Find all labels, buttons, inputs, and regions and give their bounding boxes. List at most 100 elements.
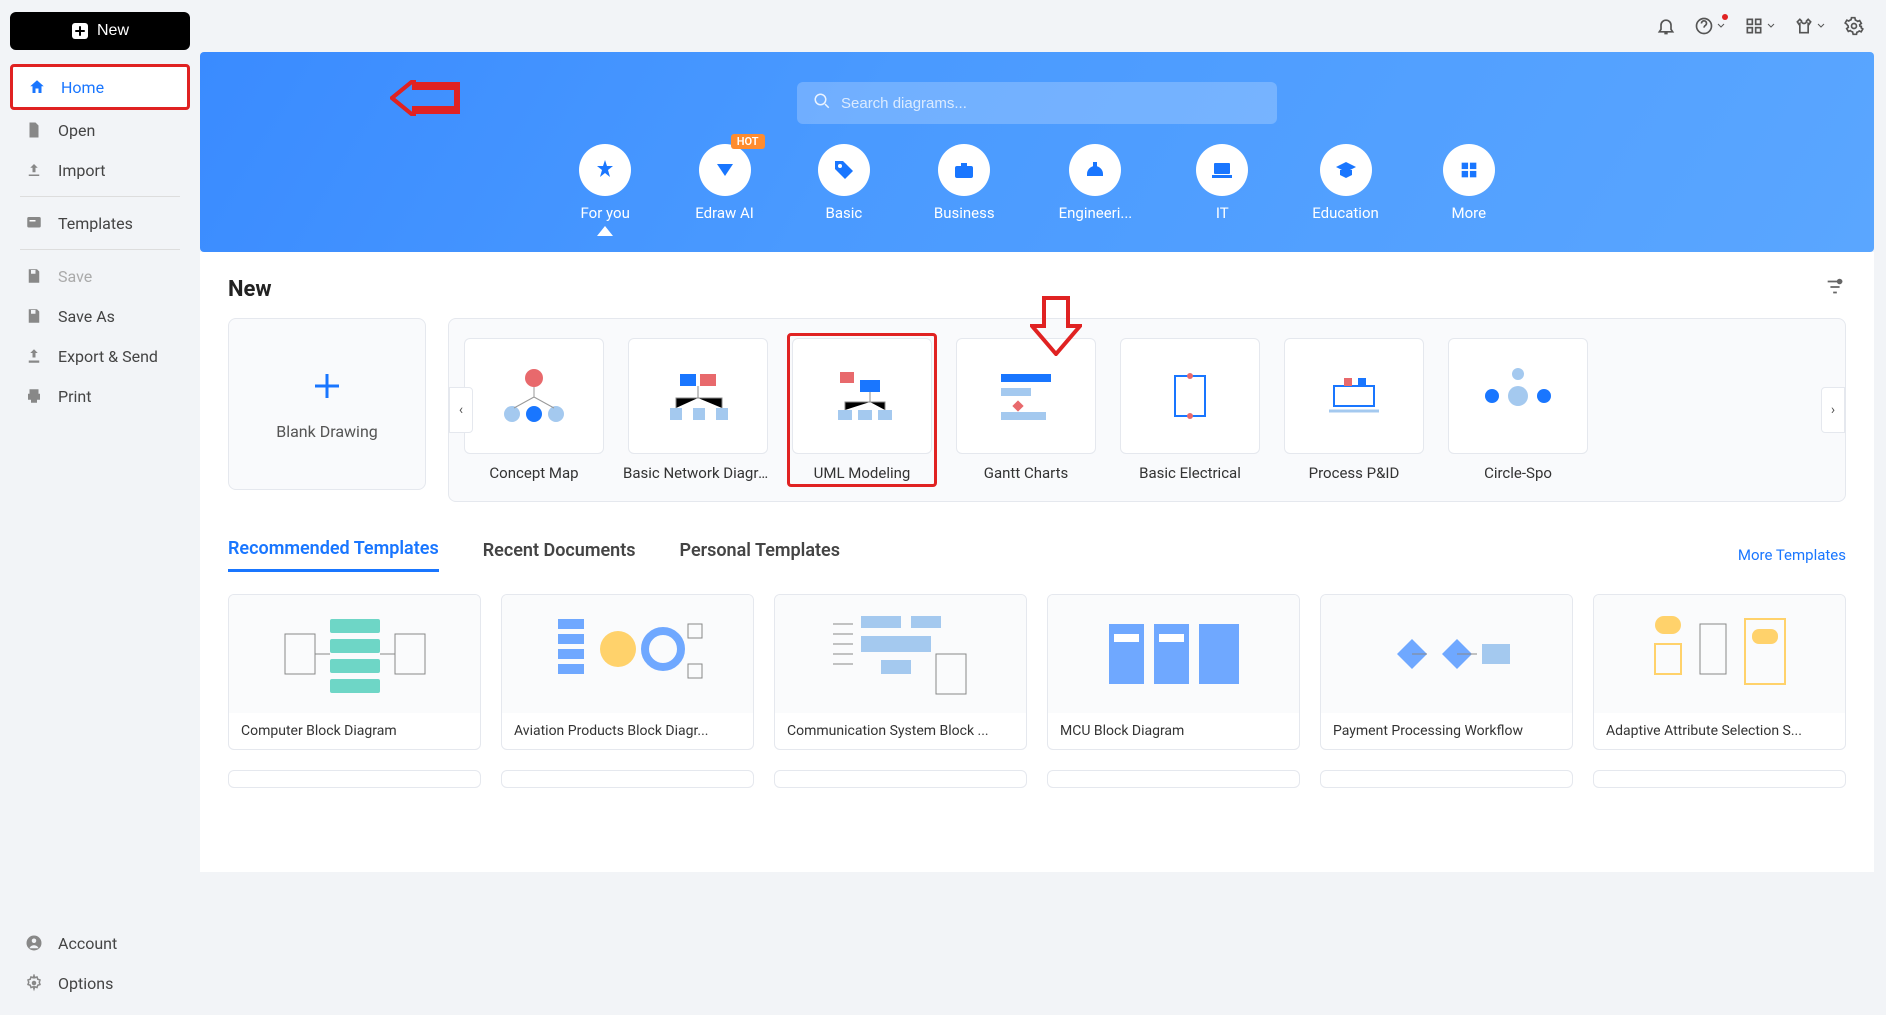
- category-it[interactable]: IT: [1196, 144, 1248, 222]
- search-icon: [813, 92, 831, 114]
- template-process-pid[interactable]: Process P&ID: [1279, 338, 1429, 482]
- home-icon: [27, 77, 47, 97]
- nav-label: Account: [58, 934, 117, 953]
- sidebar-item-home[interactable]: Home: [10, 64, 190, 110]
- category-more[interactable]: More: [1443, 144, 1495, 222]
- sidebar-item-saveas[interactable]: Save As: [10, 296, 190, 336]
- category-education[interactable]: Education: [1312, 144, 1379, 222]
- rec-thumb: [229, 595, 480, 713]
- notification-dot: [1722, 14, 1728, 20]
- search-input[interactable]: [841, 95, 1261, 112]
- sidebar-item-import[interactable]: Import: [10, 150, 190, 190]
- category-basic[interactable]: Basic: [818, 144, 870, 222]
- template-label: Concept Map: [489, 464, 578, 482]
- template-thumb: [1448, 338, 1588, 454]
- cat-label: Engineeri...: [1059, 204, 1133, 222]
- cat-label: More: [1452, 204, 1487, 222]
- template-concept-map[interactable]: Concept Map: [459, 338, 609, 482]
- rec-card[interactable]: [228, 770, 481, 788]
- templates-carousel: ‹ Concept Map Basic Network Diagra... UM…: [448, 318, 1846, 502]
- blank-drawing-card[interactable]: Blank Drawing: [228, 318, 426, 490]
- nav-label: Options: [58, 974, 113, 993]
- cat-label: Edraw AI: [695, 204, 754, 222]
- sidebar: New Home Open Import Templates Save Save…: [0, 0, 200, 1015]
- sidebar-bottom: Account Options: [10, 923, 190, 1003]
- saveas-icon: [24, 306, 44, 326]
- filter-icon[interactable]: [1824, 276, 1846, 302]
- sidebar-item-open[interactable]: Open: [10, 110, 190, 150]
- blank-label: Blank Drawing: [276, 422, 378, 441]
- sidebar-item-options[interactable]: Options: [10, 963, 190, 1003]
- new-section-title: New: [228, 277, 272, 302]
- template-label: Gantt Charts: [984, 464, 1068, 482]
- rec-card[interactable]: [774, 770, 1027, 788]
- template-basic-electrical[interactable]: Basic Electrical: [1115, 338, 1265, 482]
- main: For you HOT Edraw AI Basic Business Engi…: [200, 0, 1886, 1015]
- rec-card[interactable]: Communication System Block ...: [774, 594, 1027, 750]
- nav-label: Templates: [58, 214, 133, 233]
- sidebar-item-print[interactable]: Print: [10, 376, 190, 416]
- rec-card[interactable]: MCU Block Diagram: [1047, 594, 1300, 750]
- search-box[interactable]: [797, 82, 1277, 124]
- category-for-you[interactable]: For you: [579, 144, 631, 222]
- shirt-icon[interactable]: [1794, 16, 1826, 36]
- template-label: Basic Electrical: [1139, 464, 1241, 482]
- category-row: For you HOT Edraw AI Basic Business Engi…: [200, 144, 1874, 222]
- divider: [20, 196, 180, 197]
- rec-card[interactable]: [1047, 770, 1300, 788]
- ai-icon: HOT: [699, 144, 751, 196]
- category-business[interactable]: Business: [934, 144, 995, 222]
- more-templates-link[interactable]: More Templates: [1738, 546, 1846, 564]
- tab-recommended[interactable]: Recommended Templates: [228, 538, 439, 572]
- carousel-next-button[interactable]: ›: [1821, 387, 1845, 433]
- account-icon: [24, 933, 44, 953]
- rec-card[interactable]: Adaptive Attribute Selection S...: [1593, 594, 1846, 750]
- nav-label: Save As: [58, 307, 115, 326]
- rec-card[interactable]: [1320, 770, 1573, 788]
- rec-card[interactable]: [501, 770, 754, 788]
- nav-label: Print: [58, 387, 91, 406]
- nav-label: Save: [58, 267, 92, 286]
- rec-label: Aviation Products Block Diagr...: [502, 713, 753, 749]
- template-label: Basic Network Diagra...: [623, 464, 773, 482]
- new-button[interactable]: New: [10, 12, 190, 50]
- file-icon: [24, 120, 44, 140]
- template-circle-spoke[interactable]: Circle-Spo: [1443, 338, 1593, 482]
- settings-icon[interactable]: [1844, 16, 1864, 36]
- apps-icon[interactable]: [1744, 16, 1776, 36]
- template-thumb: [464, 338, 604, 454]
- cat-label: IT: [1216, 204, 1229, 222]
- rec-label: MCU Block Diagram: [1048, 713, 1299, 749]
- category-edraw-ai[interactable]: HOT Edraw AI: [695, 144, 754, 222]
- sidebar-item-account[interactable]: Account: [10, 923, 190, 963]
- laptop-icon: [1196, 144, 1248, 196]
- star-icon: [579, 144, 631, 196]
- template-uml-modeling[interactable]: UML Modeling: [787, 333, 937, 487]
- tab-recent[interactable]: Recent Documents: [483, 540, 636, 571]
- sidebar-item-export[interactable]: Export & Send: [10, 336, 190, 376]
- rec-label: Payment Processing Workflow: [1321, 713, 1572, 749]
- rec-card[interactable]: Payment Processing Workflow: [1320, 594, 1573, 750]
- plus-icon: [71, 22, 89, 40]
- save-icon: [24, 266, 44, 286]
- tabs-row: Recommended Templates Recent Documents P…: [228, 538, 1846, 572]
- topbar: [200, 0, 1886, 52]
- briefcase-icon: [938, 144, 990, 196]
- tab-personal[interactable]: Personal Templates: [680, 540, 841, 571]
- rec-card[interactable]: Computer Block Diagram: [228, 594, 481, 750]
- rec-thumb: [1594, 595, 1845, 713]
- new-button-label: New: [97, 22, 129, 40]
- cat-label: Education: [1312, 204, 1379, 222]
- template-network-diagram[interactable]: Basic Network Diagra...: [623, 338, 773, 482]
- gear-icon: [24, 973, 44, 993]
- category-engineering[interactable]: Engineeri...: [1059, 144, 1133, 222]
- help-icon[interactable]: [1694, 16, 1726, 36]
- rec-card[interactable]: Aviation Products Block Diagr...: [501, 594, 754, 750]
- hot-badge: HOT: [731, 134, 765, 149]
- carousel-prev-button[interactable]: ‹: [449, 387, 473, 433]
- bell-icon[interactable]: [1656, 16, 1676, 36]
- sidebar-item-templates[interactable]: Templates: [10, 203, 190, 243]
- rec-thumb: [1048, 595, 1299, 713]
- template-thumb: [628, 338, 768, 454]
- rec-card[interactable]: [1593, 770, 1846, 788]
